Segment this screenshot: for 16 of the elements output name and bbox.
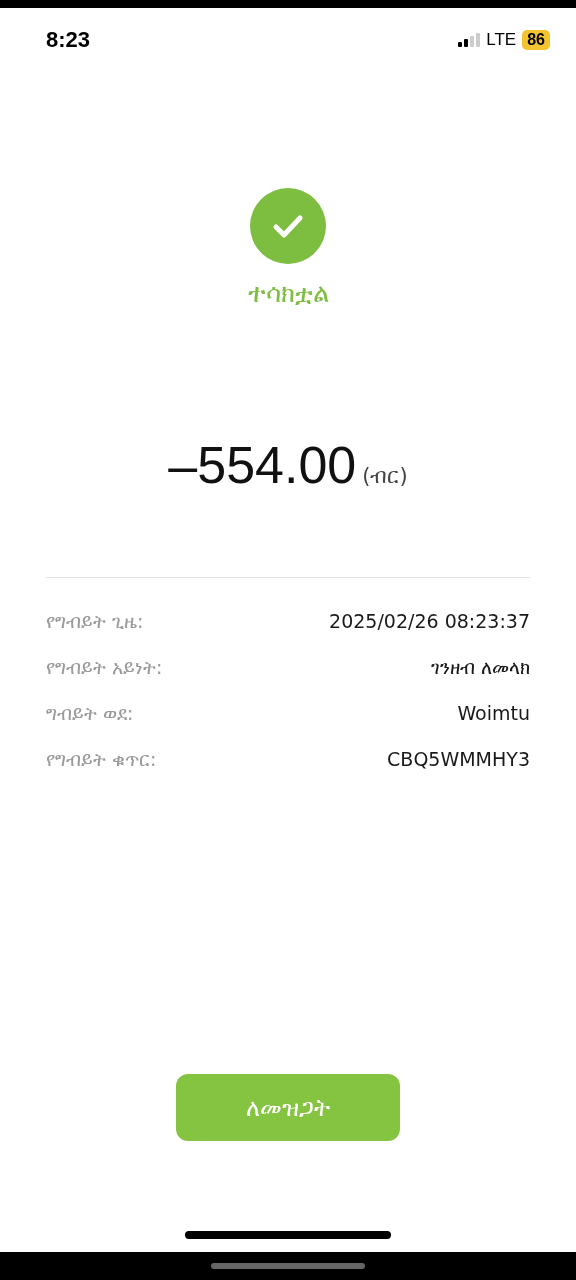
detail-value: 2025/02/26 08:23:37 bbox=[329, 610, 530, 632]
detail-label: ግብይት ወደ: bbox=[46, 701, 134, 725]
network-label: LTE bbox=[486, 30, 517, 50]
detail-label: የግብይት አይነት: bbox=[46, 655, 163, 679]
amount: –554.00 bbox=[168, 435, 357, 495]
detail-value: Woimtu bbox=[457, 702, 530, 724]
close-button[interactable]: ለመዝጋት bbox=[176, 1074, 400, 1141]
detail-value: CBQ5WMMHY3 bbox=[387, 748, 530, 770]
detail-label: የግብይት ቁጥር: bbox=[46, 747, 157, 771]
detail-label: የግብይት ጊዜ: bbox=[46, 609, 144, 633]
status-title: ተሳክቷል bbox=[247, 278, 329, 309]
currency-label: (ብር) bbox=[362, 464, 408, 488]
status-time: 8:23 bbox=[46, 27, 91, 53]
battery-indicator: 86 bbox=[522, 30, 550, 50]
detail-value: ገንዘብ ለመላክ bbox=[430, 655, 530, 679]
signal-icon bbox=[458, 33, 481, 47]
